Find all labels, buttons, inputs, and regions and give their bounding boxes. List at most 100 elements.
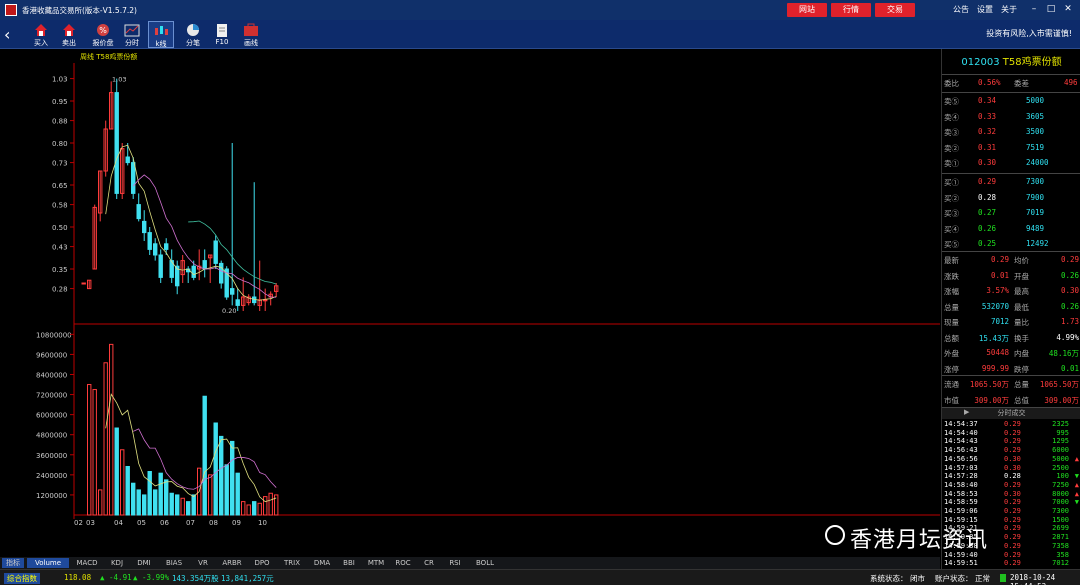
watermark-text: 香港月坛资讯 bbox=[850, 528, 989, 553]
tool-draw-label: 画线 bbox=[244, 39, 258, 47]
ticks-title: 分时成交 bbox=[997, 409, 1026, 417]
indicator-tab[interactable]: KDJ bbox=[105, 558, 129, 568]
stat-row: 流通 1065.50万 总量 1065.50万 bbox=[942, 377, 1080, 392]
tick-time: 14:58:53 bbox=[944, 489, 978, 498]
play-icon[interactable]: ▶ bbox=[964, 408, 969, 416]
tick-price: 0.30 bbox=[1004, 454, 1021, 463]
tool-tick[interactable]: 分笔 bbox=[180, 21, 206, 48]
stat-label: 内盘 bbox=[1014, 349, 1029, 358]
tick-volume: 7250 bbox=[1052, 480, 1069, 489]
stat-value: 0.26 bbox=[1060, 301, 1079, 311]
tool-f10[interactable]: F10 bbox=[209, 21, 235, 48]
bid-level-label: 买② bbox=[944, 193, 959, 203]
tick-volume: 995 bbox=[1056, 428, 1069, 437]
announcement-link[interactable]: 公告 bbox=[953, 4, 969, 15]
stat-label: 涨跌 bbox=[944, 271, 959, 281]
bid-price: 0.28 bbox=[978, 192, 997, 202]
maximize-icon[interactable]: □ bbox=[1045, 3, 1057, 15]
indicator-tab[interactable]: Volume bbox=[27, 558, 69, 568]
divider bbox=[942, 375, 1080, 376]
tick-time: 14:56:56 bbox=[944, 454, 978, 463]
tick-volume: 7358 bbox=[1052, 541, 1069, 550]
tick-price: 0.29 bbox=[1004, 524, 1021, 533]
ask-row: 卖⑤ 0.34 5000 bbox=[942, 94, 1080, 109]
commission-ratio-label: 委比 bbox=[944, 79, 959, 88]
volume-bar bbox=[213, 422, 218, 516]
indicator-tab[interactable]: DPO bbox=[250, 558, 274, 568]
website-button[interactable]: 网站 bbox=[787, 3, 827, 17]
tick-time: 14:57:28 bbox=[944, 472, 978, 481]
stat-row: 最新 0.29 均价 0.29 bbox=[942, 253, 1080, 268]
tick-volume: 7012 bbox=[1052, 559, 1069, 568]
stat-value: 1065.50万 bbox=[969, 380, 1009, 389]
stat-label: 均价 bbox=[1014, 256, 1029, 265]
stat-row: 外盘 50448 内盘 48.16万 bbox=[942, 346, 1080, 361]
volume-bar bbox=[252, 501, 257, 516]
chart-area[interactable]: 周线 T58鸡票份额 1.03 0.95 0.88 0.80 0.73 0.65 0.58 0.… bbox=[0, 49, 940, 557]
indicator-tab[interactable]: BBI bbox=[337, 558, 361, 568]
indicator-tab[interactable]: VR bbox=[192, 558, 214, 568]
tool-timeshare[interactable]: 分时 bbox=[119, 21, 145, 48]
indicator-tab[interactable]: DMI bbox=[132, 558, 156, 568]
tool-draw[interactable]: 画线 bbox=[238, 21, 264, 48]
market-button[interactable]: 行情 bbox=[831, 3, 871, 17]
kline-chart[interactable]: 周线 T58鸡票份额 1.03 0.95 0.88 0.80 0.73 0.65 0.58 0.… bbox=[0, 49, 940, 557]
bid-volume: 7900 bbox=[1026, 192, 1045, 202]
volume-bar bbox=[191, 494, 196, 516]
bid-volume: 7019 bbox=[1026, 208, 1045, 217]
app-logo-icon bbox=[5, 4, 17, 16]
indicator-tab[interactable]: DMA bbox=[310, 558, 334, 568]
divider bbox=[942, 74, 1080, 75]
tool-quote[interactable]: % 报价盘 bbox=[90, 21, 116, 48]
commission-ratio-value: 0.56% bbox=[978, 78, 1001, 87]
trade-button[interactable]: 交易 bbox=[875, 3, 915, 17]
indicator-tab[interactable]: TRIX bbox=[277, 558, 307, 568]
bid-row: 买③ 0.27 7019 bbox=[942, 206, 1080, 221]
divider bbox=[942, 251, 1080, 252]
tick-volume: 2871 bbox=[1052, 533, 1069, 542]
indicator-tab[interactable]: BOLL bbox=[470, 558, 500, 568]
account-status-label: 账户状态： bbox=[935, 574, 973, 583]
back-arrow-icon[interactable]: ‹ bbox=[4, 25, 10, 44]
divider bbox=[942, 92, 1080, 93]
tick-price: 0.29 bbox=[1004, 515, 1021, 524]
stat-row: 涨幅 3.57% 最高 0.30 bbox=[942, 284, 1080, 299]
indicator-tab[interactable]: MACD bbox=[72, 558, 102, 568]
volume-bar bbox=[241, 501, 246, 516]
volume-bar bbox=[169, 492, 174, 516]
indicator-tab[interactable]: CR bbox=[418, 558, 440, 568]
stat-label: 流通 bbox=[944, 380, 959, 389]
tick-direction-icon: ▼ bbox=[1074, 498, 1079, 507]
tick-volume: 1295 bbox=[1052, 437, 1069, 446]
tick-direction-icon: ▲ bbox=[1074, 480, 1079, 489]
kline-icon bbox=[155, 26, 168, 35]
stat-label: 涨幅 bbox=[944, 287, 959, 296]
stat-label: 最低 bbox=[1014, 302, 1029, 312]
indicator-tab[interactable]: MTM bbox=[364, 558, 388, 568]
close-icon[interactable]: ✕ bbox=[1062, 3, 1074, 15]
volume-tick-label: 7200000 bbox=[36, 392, 67, 400]
candle-body bbox=[142, 220, 147, 234]
volume-bar bbox=[164, 479, 169, 516]
indicator-tab[interactable]: 指标 bbox=[2, 558, 24, 568]
indicator-tab[interactable]: BIAS bbox=[159, 558, 189, 568]
watermark-logo-icon bbox=[825, 525, 845, 545]
about-link[interactable]: 关于 bbox=[1001, 4, 1017, 15]
stat-label: 涨停 bbox=[944, 364, 959, 374]
stock-name: T58鸡票份额 bbox=[1002, 57, 1062, 68]
settings-link[interactable]: 设置 bbox=[977, 4, 993, 15]
tool-kline[interactable]: k线 bbox=[148, 21, 174, 48]
ask-volume: 3500 bbox=[1026, 127, 1045, 136]
tick-price: 0.29 bbox=[1004, 498, 1021, 507]
tick-row: 14:57:03 0.30 2500 bbox=[942, 464, 1080, 473]
tick-price: 0.29 bbox=[1004, 541, 1021, 550]
indicator-tab[interactable]: RSI bbox=[443, 558, 467, 568]
stat-value: 3.57% bbox=[986, 286, 1009, 295]
minimize-icon[interactable]: – bbox=[1028, 3, 1040, 15]
indicator-tab[interactable]: ARBR bbox=[217, 558, 247, 568]
stat-label: 量比 bbox=[1014, 318, 1029, 327]
x-tick-label: 09 bbox=[232, 519, 241, 527]
indicator-tab[interactable]: ROC bbox=[391, 558, 415, 568]
tool-buy[interactable]: 买入 bbox=[28, 21, 54, 48]
tool-sell[interactable]: 卖出 bbox=[56, 21, 82, 48]
